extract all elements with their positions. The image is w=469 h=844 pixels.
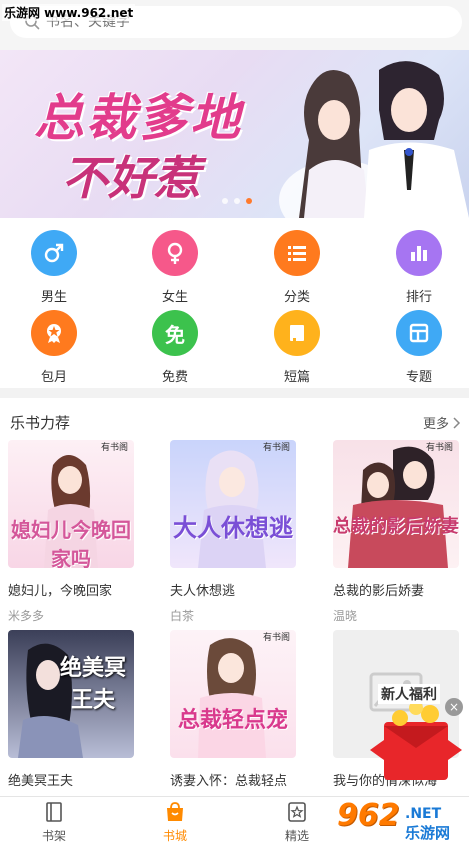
tab-label: 书城 <box>162 829 187 843</box>
banner-title-line2: 不好惹 <box>62 151 200 205</box>
site-logo: 962 .NET 乐游网 <box>333 798 469 844</box>
cover-title: 总裁轻点宠 <box>177 707 288 733</box>
logo-domain: .NET <box>405 806 442 822</box>
bar-chart-icon <box>396 230 442 276</box>
cover-title: 媳妇儿今晚回家吗 <box>11 518 131 568</box>
tab-label: 精选 <box>284 829 309 843</box>
banner-pager <box>222 198 252 204</box>
bookshelf-icon <box>46 802 62 822</box>
logo-name: 乐游网 <box>405 824 451 842</box>
female-icon <box>152 230 198 276</box>
store-icon <box>167 802 183 821</box>
book-cover[interactable]: 有书阁 大人休想逃 <box>170 440 296 568</box>
tab-label: 书架 <box>41 829 66 843</box>
list-icon <box>274 230 320 276</box>
free-icon: 免 <box>152 310 198 356</box>
category-ranking[interactable]: 排行 <box>379 230 459 305</box>
book-author: 米多多 <box>8 609 45 623</box>
tab-featured[interactable]: 精选 <box>257 797 337 844</box>
book-title: 媳妇儿，今晚回家 <box>8 584 113 599</box>
book-author: 白茶 <box>170 609 195 623</box>
book-card[interactable]: 有书阁 总裁轻点宠 诱妻入怀：总裁轻点 <box>170 630 300 789</box>
category-classify[interactable]: 分类 <box>257 230 337 305</box>
cover-title: 绝美冥王夫 <box>59 655 126 713</box>
category-label: 分类 <box>283 290 310 305</box>
category-label: 排行 <box>405 290 432 305</box>
section-title: 乐书力荐 <box>10 414 71 432</box>
cover-title: 大人休想逃 <box>173 513 293 542</box>
book-card[interactable]: 有书阁 大人休想逃 夫人休想逃 白茶 <box>170 440 300 624</box>
book-cover[interactable]: 有书阁 媳妇儿今晚回家吗 <box>8 440 134 568</box>
medal-icon <box>31 310 77 356</box>
more-label: 更多 <box>422 417 449 432</box>
promo-banner[interactable]: 总裁爹地 不好惹 <box>0 50 469 218</box>
category-grid: 男生 女生 分类 排行 包月 免 免费 短篇 专题 <box>0 218 469 388</box>
pager-dot-active[interactable] <box>246 198 252 204</box>
cover-illustration <box>348 446 448 568</box>
pager-dot[interactable] <box>234 198 240 204</box>
book-card[interactable]: 有书阁 总裁的影后娇妻 总裁的影后娇妻 温晓 <box>333 440 463 624</box>
category-label: 免费 <box>161 370 188 385</box>
book-title: 夫人休想逃 <box>170 584 236 599</box>
category-short[interactable]: 短篇 <box>257 310 337 385</box>
chevron-right-icon <box>453 416 461 429</box>
category-label: 专题 <box>405 370 432 385</box>
close-icon[interactable]: × <box>445 698 463 716</box>
logo-number: 962 <box>337 798 400 833</box>
category-label: 短篇 <box>283 370 310 385</box>
more-link[interactable]: 更多 <box>423 413 461 432</box>
book-card[interactable]: 有书阁 媳妇儿今晚回家吗 媳妇儿，今晚回家 米多多 <box>8 440 138 624</box>
book-cover[interactable]: 有书阁 总裁的影后娇妻 <box>333 440 459 568</box>
book-card[interactable]: 绝美冥王夫 绝美冥王夫 <box>8 630 138 789</box>
category-free[interactable]: 免 免费 <box>135 310 215 385</box>
tab-store[interactable]: 书城 <box>135 797 215 844</box>
book-icon <box>274 310 320 356</box>
category-topic[interactable]: 专题 <box>379 310 459 385</box>
book-title: 总裁的影后娇妻 <box>333 584 425 599</box>
category-female[interactable]: 女生 <box>135 230 215 305</box>
cover-illustration <box>198 450 266 568</box>
book-title: 绝美冥王夫 <box>8 774 74 789</box>
pager-dot[interactable] <box>222 198 228 204</box>
book-cover[interactable]: 有书阁 总裁轻点宠 <box>170 630 296 758</box>
book-title: 诱妻入怀：总裁轻点 <box>170 774 288 789</box>
cover-title: 总裁的影后娇妻 <box>333 516 459 537</box>
star-icon <box>288 802 306 822</box>
banner-couple-illustration <box>279 61 469 218</box>
watermark: 乐游网 www.962.net <box>2 4 136 21</box>
book-cover[interactable]: 绝美冥王夫 <box>8 630 134 758</box>
category-label: 包月 <box>40 370 67 385</box>
recommend-header: 乐书力荐 更多 <box>0 406 469 436</box>
category-monthly[interactable]: 包月 <box>14 310 94 385</box>
category-label: 男生 <box>40 290 67 305</box>
section-divider <box>0 388 469 398</box>
cover-illustration <box>198 638 266 758</box>
promo-label: 新人福利 <box>378 684 440 704</box>
male-icon <box>31 230 77 276</box>
banner-title-line1: 总裁爹地 <box>34 88 242 147</box>
book-author: 温晓 <box>333 609 358 623</box>
topic-icon <box>396 310 442 356</box>
category-male[interactable]: 男生 <box>14 230 94 305</box>
category-label: 女生 <box>161 290 188 305</box>
tab-bookshelf[interactable]: 书架 <box>14 797 94 844</box>
